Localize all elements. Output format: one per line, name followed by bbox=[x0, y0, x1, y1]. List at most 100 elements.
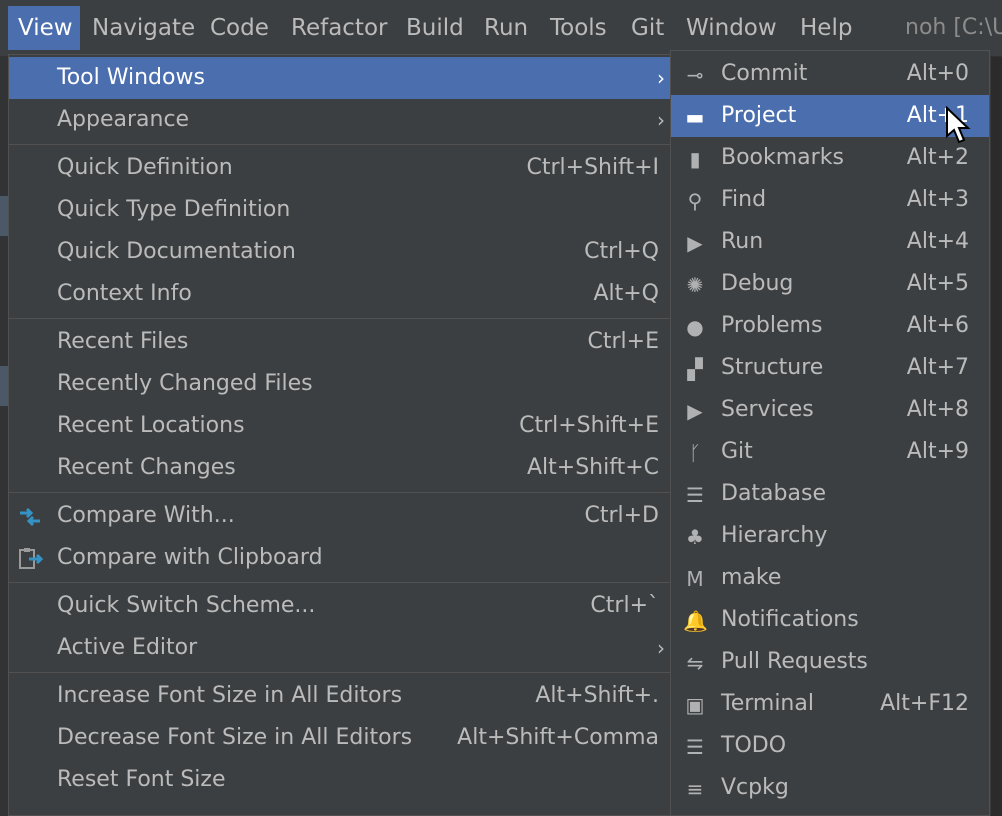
services-icon: ▶ bbox=[687, 399, 703, 423]
tool-window-bookmarks[interactable]: ▮ Bookmarks Alt+2 bbox=[671, 137, 989, 179]
folder-icon: ▬ bbox=[685, 105, 705, 129]
compare-clipboard-icon bbox=[19, 548, 43, 569]
menu-item-label: Recent Changes bbox=[57, 455, 236, 480]
bug-icon: ✺ bbox=[686, 273, 704, 297]
menu-item-label: Tool Windows bbox=[57, 65, 205, 90]
tool-window-shortcut: Alt+7 bbox=[906, 355, 969, 380]
menu-item-recently-changed-files[interactable]: Recently Changed Files bbox=[9, 363, 671, 405]
menu-item-active-editor[interactable]: Active Editor › bbox=[9, 627, 671, 669]
git-branch-icon: ᚴ bbox=[689, 441, 701, 465]
menu-item-label: Recently Changed Files bbox=[57, 371, 313, 396]
menu-separator bbox=[9, 318, 671, 319]
tool-window-database[interactable]: ☰ Database bbox=[671, 473, 989, 515]
menu-item-recent-changes[interactable]: Recent Changes Alt+Shift+C bbox=[9, 447, 671, 489]
tool-window-shortcut: Alt+4 bbox=[906, 229, 969, 254]
menu-item-increase-font-size[interactable]: Increase Font Size in All Editors Alt+Sh… bbox=[9, 675, 671, 717]
menu-navigate[interactable]: Navigate bbox=[82, 6, 205, 50]
tool-windows-submenu: ⊸ Commit Alt+0 ▬ Project Alt+1 ▮ Bookmar… bbox=[670, 50, 990, 816]
tool-window-label: make bbox=[721, 565, 782, 590]
menu-separator bbox=[9, 582, 671, 583]
tool-window-todo[interactable]: ☰ TODO bbox=[671, 725, 989, 767]
tool-window-terminal[interactable]: ▣ Terminal Alt+F12 bbox=[671, 683, 989, 725]
menu-help[interactable]: Help bbox=[790, 6, 862, 50]
tool-window-hierarchy[interactable]: ♣ Hierarchy bbox=[671, 515, 989, 557]
tool-window-git[interactable]: ᚴ Git Alt+9 bbox=[671, 431, 989, 473]
tool-window-label: Git bbox=[721, 439, 753, 464]
menu-item-label: Quick Switch Scheme... bbox=[57, 593, 316, 618]
menu-item-quick-documentation[interactable]: Quick Documentation Ctrl+Q bbox=[9, 231, 671, 273]
commit-icon: ⊸ bbox=[686, 63, 704, 87]
menu-item-label: Quick Definition bbox=[57, 155, 233, 180]
menu-item-tool-windows[interactable]: Tool Windows › bbox=[9, 57, 671, 99]
menu-run[interactable]: Run bbox=[474, 6, 538, 50]
menu-item-shortcut: Alt+Q bbox=[593, 281, 659, 306]
tool-window-problems[interactable]: ● Problems Alt+6 bbox=[671, 305, 989, 347]
menu-item-label: Decrease Font Size in All Editors bbox=[57, 725, 413, 750]
menu-item-shortcut: Ctrl+D bbox=[584, 503, 659, 528]
tool-window-label: Hierarchy bbox=[721, 523, 828, 548]
menu-build[interactable]: Build bbox=[396, 6, 474, 50]
menu-item-shortcut: Ctrl+` bbox=[590, 593, 659, 618]
tool-window-label: Terminal bbox=[721, 691, 814, 716]
menu-item-context-info[interactable]: Context Info Alt+Q bbox=[9, 273, 671, 315]
menu-item-label: Quick Documentation bbox=[57, 239, 296, 264]
tool-window-label: TODO bbox=[721, 733, 787, 758]
tool-window-project[interactable]: ▬ Project Alt+1 bbox=[671, 95, 989, 137]
tool-window-commit[interactable]: ⊸ Commit Alt+0 bbox=[671, 53, 989, 95]
menu-tools[interactable]: Tools bbox=[540, 6, 617, 50]
menu-item-label: Increase Font Size in All Editors bbox=[57, 683, 403, 708]
menu-refactor[interactable]: Refactor bbox=[281, 6, 397, 50]
menu-item-compare-with[interactable]: Compare With... Ctrl+D bbox=[9, 495, 671, 537]
view-menu-dropdown: Tool Windows › Appearance › Quick Defini… bbox=[8, 54, 672, 816]
tool-window-structure[interactable]: ▞ Structure Alt+7 bbox=[671, 347, 989, 389]
tool-window-pull-requests[interactable]: ⇋ Pull Requests bbox=[671, 641, 989, 683]
menu-item-appearance[interactable]: Appearance › bbox=[9, 99, 671, 141]
tool-window-find[interactable]: ⚲ Find Alt+3 bbox=[671, 179, 989, 221]
menu-item-reset-font-size[interactable]: Reset Font Size bbox=[9, 759, 671, 801]
tool-window-label: Bookmarks bbox=[721, 145, 844, 170]
menu-item-label: Quick Type Definition bbox=[57, 197, 291, 222]
tool-window-label: Structure bbox=[721, 355, 824, 380]
menu-item-shortcut: Ctrl+Q bbox=[584, 239, 659, 264]
menu-item-recent-locations[interactable]: Recent Locations Ctrl+Shift+E bbox=[9, 405, 671, 447]
mouse-cursor-icon bbox=[946, 106, 971, 144]
tool-window-label: Services bbox=[721, 397, 814, 422]
menu-item-label: Recent Files bbox=[57, 329, 189, 354]
tool-window-label: Debug bbox=[721, 271, 794, 296]
menu-item-decrease-font-size[interactable]: Decrease Font Size in All Editors Alt+Sh… bbox=[9, 717, 671, 759]
menu-item-label: Recent Locations bbox=[57, 413, 245, 438]
menu-item-compare-with-clipboard[interactable]: Compare with Clipboard bbox=[9, 537, 671, 579]
tool-window-shortcut: Alt+6 bbox=[906, 313, 969, 338]
tool-window-shortcut: Alt+9 bbox=[906, 439, 969, 464]
menu-separator bbox=[9, 144, 671, 145]
menu-item-shortcut: Alt+Shift+. bbox=[535, 683, 659, 708]
tool-window-services[interactable]: ▶ Services Alt+8 bbox=[671, 389, 989, 431]
menu-item-quick-switch-scheme[interactable]: Quick Switch Scheme... Ctrl+` bbox=[9, 585, 671, 627]
tool-window-run[interactable]: ▶ Run Alt+4 bbox=[671, 221, 989, 263]
menu-item-quick-definition[interactable]: Quick Definition Ctrl+Shift+I bbox=[9, 147, 671, 189]
tool-window-label: Pull Requests bbox=[721, 649, 868, 674]
menu-git[interactable]: Git bbox=[621, 6, 674, 50]
bookmark-icon: ▮ bbox=[689, 147, 701, 171]
menu-code[interactable]: Code bbox=[200, 6, 279, 50]
menu-item-shortcut: Alt+Shift+Comma bbox=[457, 725, 659, 750]
menu-item-label: Compare with Clipboard bbox=[57, 545, 323, 570]
search-icon: ⚲ bbox=[687, 189, 703, 213]
menu-view[interactable]: View bbox=[8, 6, 80, 50]
menu-item-recent-files[interactable]: Recent Files Ctrl+E bbox=[9, 321, 671, 363]
menu-separator bbox=[9, 672, 671, 673]
menu-item-label: Compare With... bbox=[57, 503, 235, 528]
tool-window-label: Run bbox=[721, 229, 764, 254]
todo-icon: ☰ bbox=[686, 735, 704, 759]
menu-window[interactable]: Window bbox=[676, 6, 787, 50]
menu-item-quick-type-definition[interactable]: Quick Type Definition bbox=[9, 189, 671, 231]
tool-window-make[interactable]: M make bbox=[671, 557, 989, 599]
tool-window-debug[interactable]: ✺ Debug Alt+5 bbox=[671, 263, 989, 305]
submenu-arrow-icon: › bbox=[657, 636, 665, 660]
tool-window-vcpkg[interactable]: ≡ Vcpkg bbox=[671, 767, 989, 809]
tool-window-shortcut: Alt+5 bbox=[906, 271, 969, 296]
tool-window-notifications[interactable]: 🔔 Notifications bbox=[671, 599, 989, 641]
run-icon: ▶ bbox=[687, 231, 703, 255]
menu-item-shortcut: Ctrl+Shift+E bbox=[519, 413, 659, 438]
menu-item-label: Reset Font Size bbox=[57, 767, 226, 792]
